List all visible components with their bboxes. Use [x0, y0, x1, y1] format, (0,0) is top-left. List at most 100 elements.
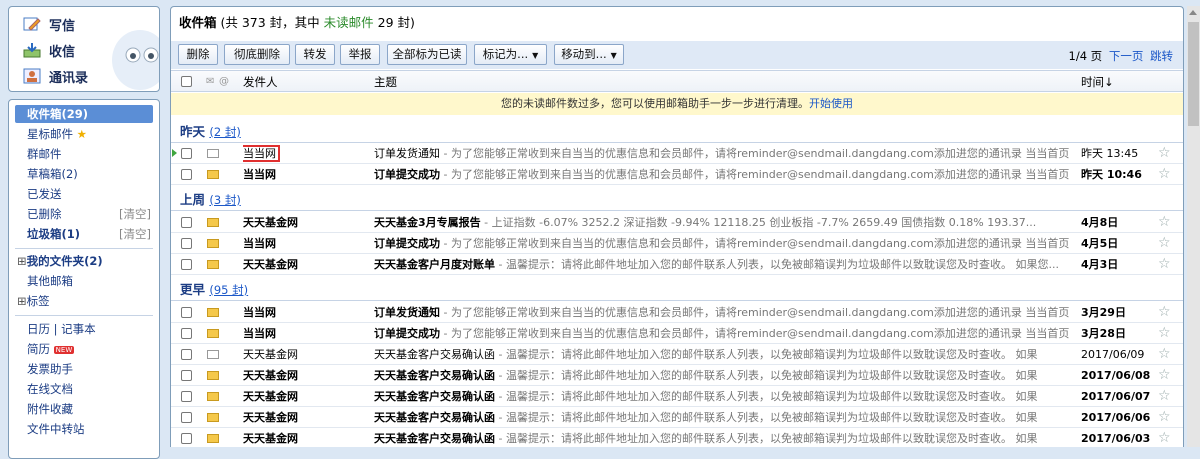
- subject-title: 订单发货通知: [374, 306, 440, 319]
- row-checkbox[interactable]: [181, 238, 192, 249]
- star-icon[interactable]: ☆: [1158, 164, 1171, 185]
- folder-my-folders-label: 我的文件夹(2): [26, 254, 103, 268]
- row-checkbox[interactable]: [181, 217, 192, 228]
- folder-tags[interactable]: ⊞标签: [15, 292, 153, 310]
- row-checkbox[interactable]: [181, 349, 192, 360]
- subject-column-header[interactable]: 主题: [374, 71, 397, 93]
- folder-calendar-label: 日历 | 记事本: [27, 322, 96, 336]
- group-title: 昨天: [180, 124, 206, 139]
- group-count[interactable]: (2 封): [209, 125, 240, 139]
- email-row[interactable]: 当当网 订单发货通知 - 为了您能够正常收到来自当当的优惠信息和会员邮件，请将r…: [171, 302, 1183, 323]
- folder-transfer[interactable]: 文件中转站: [15, 420, 153, 438]
- folder-calendar[interactable]: 日历 | 记事本: [15, 320, 153, 338]
- folder-transfer-label: 文件中转站: [27, 422, 85, 436]
- select-all-checkbox[interactable]: [181, 76, 192, 87]
- email-row[interactable]: 天天基金网 天天基金客户交易确认函 - 温馨提示：请将此邮件地址加入您的邮件联系…: [171, 344, 1183, 365]
- sender-column-header[interactable]: 发件人: [243, 71, 278, 93]
- scrollbar-thumb[interactable]: [1188, 22, 1199, 126]
- next-page-link[interactable]: 下一页: [1109, 49, 1144, 63]
- star-icon[interactable]: ☆: [1158, 365, 1171, 386]
- email-row[interactable]: 天天基金网 天天基金客户交易确认函 - 温馨提示：请将此邮件地址加入您的邮件联系…: [171, 407, 1183, 428]
- star-icon[interactable]: ☆: [1158, 302, 1171, 323]
- email-row[interactable]: 天天基金网 天天基金客户交易确认函 - 温馨提示：请将此邮件地址加入您的邮件联系…: [171, 386, 1183, 407]
- folder-starred[interactable]: 星标邮件 ★: [15, 125, 153, 143]
- sender: 天天基金网: [243, 369, 298, 382]
- permanent-delete-button[interactable]: 彻底删除: [224, 44, 290, 65]
- unread-mail-icon: [207, 308, 219, 317]
- subject-preview: - 温馨提示：请将此邮件地址加入您的邮件联系人列表，以免被邮箱误判为垃圾邮件以致…: [495, 390, 1038, 403]
- folder-drafts-label: 草稿箱(2): [27, 167, 78, 181]
- folder-resume[interactable]: 简历 NEW: [15, 340, 153, 358]
- star-icon[interactable]: ☆: [1158, 407, 1171, 428]
- contacts-button[interactable]: 通讯录: [23, 65, 88, 87]
- star-icon[interactable]: ☆: [1158, 323, 1171, 344]
- row-checkbox[interactable]: [181, 328, 192, 339]
- email-row[interactable]: 天天基金网 天天基金客户月度对账单 - 温馨提示：请将此邮件地址加入您的邮件联系…: [171, 254, 1183, 275]
- subject-title: 天天基金客户月度对账单: [374, 258, 495, 271]
- folder-sent[interactable]: 已发送: [15, 185, 153, 203]
- row-checkbox[interactable]: [181, 370, 192, 381]
- expand-icon[interactable]: ⊞: [17, 294, 27, 308]
- group-count[interactable]: (3 封): [209, 193, 240, 207]
- move-to-dropdown[interactable]: 移动到... ▼: [554, 44, 624, 65]
- star-icon[interactable]: ☆: [1158, 143, 1171, 164]
- mark-as-label: 标记为...: [482, 47, 529, 61]
- folder-group-mail[interactable]: 群邮件: [15, 145, 153, 163]
- row-checkbox[interactable]: [181, 148, 192, 159]
- unread-mail-icon: [207, 218, 219, 227]
- folder-attachments[interactable]: 附件收藏: [15, 400, 153, 418]
- row-checkbox[interactable]: [181, 391, 192, 402]
- folder-invoice[interactable]: 发票助手: [15, 360, 153, 378]
- clear-spam-link[interactable]: [清空]: [119, 225, 151, 243]
- folder-spam[interactable]: 垃圾箱(1) [清空]: [15, 225, 153, 243]
- folder-drafts[interactable]: 草稿箱(2): [15, 165, 153, 183]
- subject: 天天基金客户交易确认函 - 温馨提示：请将此邮件地址加入您的邮件联系人列表，以免…: [374, 386, 1074, 407]
- sender-name-highlighted: 当当网: [243, 145, 280, 162]
- folder-inbox[interactable]: 收件箱(29): [15, 105, 153, 123]
- clear-deleted-link[interactable]: [清空]: [119, 205, 151, 223]
- email-row[interactable]: 当当网 订单提交成功 - 为了您能够正常收到来自当当的优惠信息和会员邮件，请将r…: [171, 323, 1183, 344]
- mark-as-dropdown[interactable]: 标记为... ▼: [474, 44, 547, 65]
- folder-deleted[interactable]: 已删除 [清空]: [15, 205, 153, 223]
- unread-mail-icon: [207, 239, 219, 248]
- expand-icon[interactable]: ⊞: [17, 254, 27, 268]
- compose-button[interactable]: 写信: [23, 13, 75, 35]
- star-icon[interactable]: ☆: [1158, 233, 1171, 254]
- time-column-header[interactable]: 时间↓: [1081, 71, 1114, 93]
- start-cleanup-link[interactable]: 开始使用: [809, 97, 853, 110]
- folder-other-mailbox[interactable]: 其他邮箱: [15, 272, 153, 290]
- scrollbar[interactable]: [1187, 6, 1200, 447]
- email-row[interactable]: 当当网 订单提交成功 - 为了您能够正常收到来自当当的优惠信息和会员邮件，请将r…: [171, 233, 1183, 254]
- star-icon[interactable]: ☆: [1158, 212, 1171, 233]
- row-checkbox[interactable]: [181, 307, 192, 318]
- mark-all-read-button[interactable]: 全部标为已读: [387, 44, 467, 65]
- delete-button[interactable]: 删除: [178, 44, 218, 65]
- email-row[interactable]: 当当网 订单发货通知 - 为了您能够正常收到来自当当的优惠信息和会员邮件，请将r…: [171, 143, 1183, 164]
- subject-title: 天天基金客户交易确认函: [374, 390, 495, 403]
- receive-button[interactable]: 收信: [23, 39, 75, 61]
- folder-inbox-label: 收件箱(29): [27, 107, 89, 121]
- email-row[interactable]: 天天基金网 天天基金3月专属报告 - 上证指数 -6.07% 3252.2 深证…: [171, 212, 1183, 233]
- email-time: 4月8日: [1081, 216, 1119, 229]
- subject: 订单发货通知 - 为了您能够正常收到来自当当的优惠信息和会员邮件，请将remin…: [374, 302, 1074, 323]
- email-row[interactable]: 天天基金网 天天基金客户交易确认函 - 温馨提示：请将此邮件地址加入您的邮件联系…: [171, 428, 1183, 447]
- jump-link[interactable]: 跳转: [1150, 49, 1173, 63]
- star-icon[interactable]: ☆: [1158, 254, 1171, 275]
- star-icon[interactable]: ☆: [1158, 386, 1171, 407]
- email-row[interactable]: 天天基金网 天天基金客户交易确认函 - 温馨提示：请将此邮件地址加入您的邮件联系…: [171, 365, 1183, 386]
- folder-invoice-label: 发票助手: [27, 362, 73, 376]
- report-button[interactable]: 举报: [340, 44, 380, 65]
- row-checkbox[interactable]: [181, 259, 192, 270]
- star-icon[interactable]: ☆: [1158, 344, 1171, 365]
- email-row[interactable]: 当当网 订单提交成功 - 为了您能够正常收到来自当当的优惠信息和会员邮件，请将r…: [171, 164, 1183, 185]
- row-checkbox[interactable]: [181, 412, 192, 423]
- scroll-up-arrow-icon[interactable]: [1189, 10, 1197, 15]
- group-count[interactable]: (95 封): [209, 283, 248, 297]
- email-time: 2017/06/03: [1081, 432, 1151, 445]
- row-checkbox[interactable]: [181, 433, 192, 444]
- folder-my-folders[interactable]: ⊞我的文件夹(2): [15, 252, 153, 270]
- folder-docs[interactable]: 在线文档: [15, 380, 153, 398]
- row-checkbox[interactable]: [181, 169, 192, 180]
- star-icon[interactable]: ☆: [1158, 428, 1171, 447]
- forward-button[interactable]: 转发: [295, 44, 335, 65]
